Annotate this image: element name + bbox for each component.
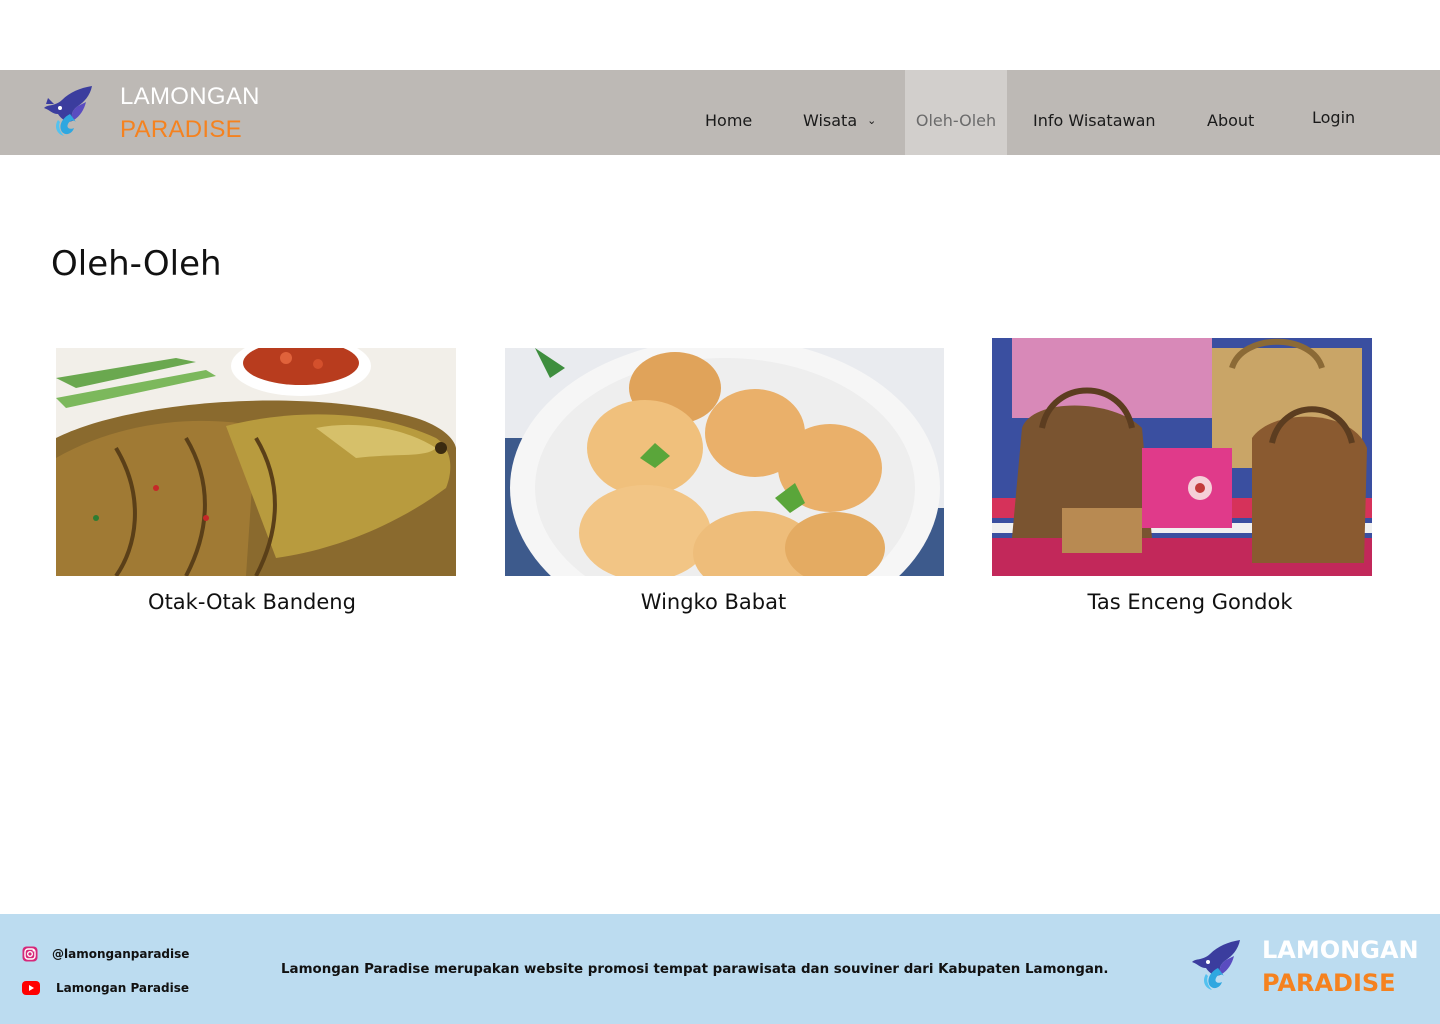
nav-item-wisata[interactable]: Wisata ⌄ (803, 70, 876, 155)
footer-brand-line-2: PARADISE (1262, 969, 1396, 997)
footer-brand[interactable]: LAMONGAN PARADISE (1188, 934, 1419, 1014)
youtube-icon (22, 981, 40, 995)
nav-item-info-wisatawan-label: Info Wisatawan (1033, 111, 1156, 130)
grilled-milkfish-photo (56, 348, 456, 576)
footer-brand-text: LAMONGAN PARADISE (1262, 934, 1419, 1000)
nav-item-oleh-oleh[interactable]: Oleh-Oleh (905, 70, 1007, 155)
brand[interactable]: LAMONGAN PARADISE (40, 80, 259, 143)
youtube-link[interactable]: Lamongan Paradise (22, 981, 189, 995)
fish-logo-icon (44, 86, 92, 136)
nav-item-wisata-label: Wisata (803, 111, 858, 130)
chevron-down-icon: ⌄ (867, 114, 877, 127)
footer-brand-line-1: LAMONGAN (1262, 936, 1419, 964)
instagram-link[interactable]: @lamonganparadise (22, 946, 189, 962)
brand-line-1: LAMONGAN (120, 83, 260, 110)
brand-text: LAMONGAN PARADISE (120, 80, 260, 146)
nav-item-about-label: About (1207, 111, 1255, 130)
site-footer: @lamonganparadise Lamongan Paradise Lamo… (0, 914, 1440, 1024)
nav-item-about[interactable]: About (1207, 70, 1254, 155)
fish-logo-icon (1192, 940, 1240, 990)
nav-item-home-label: Home (705, 111, 753, 130)
card-image-tas-enceng[interactable] (992, 338, 1372, 576)
instagram-icon (22, 946, 38, 962)
page: LAMONGAN PARADISE Home Wisata ⌄ Oleh-Oleh… (0, 0, 1440, 1024)
woven-bags-photo (992, 338, 1372, 576)
nav-item-oleh-oleh-label: Oleh-Oleh (915, 111, 997, 130)
nav-item-home[interactable]: Home (705, 70, 752, 155)
card-image-wingko[interactable] (505, 348, 944, 576)
brand-line-2: PARADISE (120, 116, 242, 143)
card-caption-otak-otak[interactable]: Otak-Otak Bandeng (56, 590, 448, 614)
site-header: LAMONGAN PARADISE Home Wisata ⌄ Oleh-Oleh… (0, 70, 1440, 155)
instagram-handle: @lamonganparadise (52, 947, 190, 961)
card-caption-wingko[interactable]: Wingko Babat (505, 590, 922, 614)
page-title: Oleh-Oleh (51, 244, 222, 284)
youtube-channel: Lamongan Paradise (56, 981, 190, 995)
nav-item-info-wisatawan[interactable]: Info Wisatawan (1033, 70, 1156, 155)
card-image-otak-otak[interactable] (56, 348, 456, 576)
card-caption-tas-enceng[interactable]: Tas Enceng Gondok (992, 590, 1388, 614)
coconut-cakes-photo (505, 348, 944, 576)
footer-description: Lamongan Paradise merupakan website prom… (281, 962, 1109, 977)
login-button[interactable]: Login (1312, 70, 1355, 155)
